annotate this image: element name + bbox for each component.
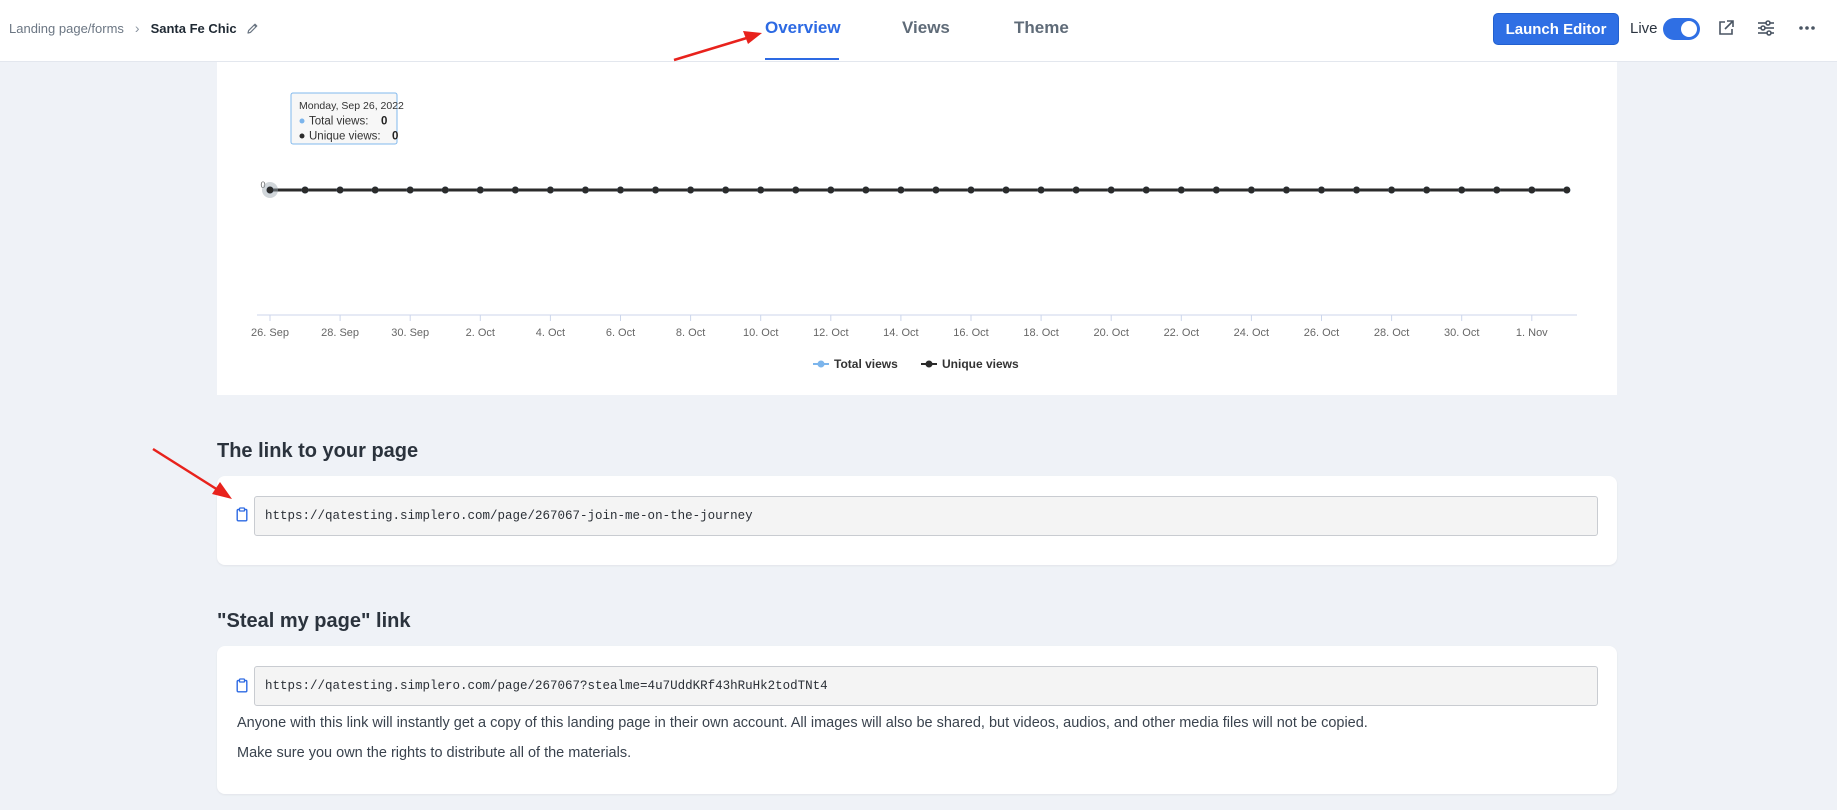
series-point-1 [617, 186, 624, 194]
views-line-chart[interactable]: 26. Sep 28. Sep 30. Sep 2. Oct 4. Oct 6. Oct 8… [217, 62, 1617, 395]
series-point-1 [1563, 186, 1571, 194]
series-point-1 [1493, 186, 1501, 194]
legend-marker-1 [925, 360, 933, 368]
series-point-1 [827, 186, 835, 194]
tooltip-unique-value: 0 [392, 131, 398, 143]
chevron-right-icon: › [134, 20, 140, 36]
legend-label-1[interactable]: Unique views [942, 357, 1019, 371]
x-tick-label: 6. Oct [606, 327, 635, 339]
live-toggle[interactable] [1663, 18, 1700, 40]
series-point-1 [301, 186, 309, 194]
series-point-1 [652, 186, 660, 194]
steal-url-field[interactable]: https://qatesting.simplero.com/page/2670… [254, 666, 1598, 706]
views-chart-card: 26. Sep 28. Sep 30. Sep 2. Oct 4. Oct 6. Oct 8… [217, 62, 1617, 395]
series-point-1 [1318, 186, 1325, 194]
series-point-1 [546, 186, 554, 194]
x-tick-label: 28. Oct [1374, 327, 1409, 339]
series-point-1 [1423, 186, 1431, 194]
tooltip-unique-dot [299, 133, 305, 139]
link-section-title: The link to your page [217, 440, 419, 462]
series-point-1 [1282, 186, 1290, 194]
series-point-1 [1107, 186, 1115, 194]
series-point-1 [371, 186, 379, 194]
tab-views[interactable]: Views [902, 18, 950, 38]
series-point-1 [441, 186, 449, 194]
breadcrumb-parent-link[interactable]: Landing page/forms [9, 21, 124, 36]
series-point-1 [722, 186, 730, 194]
external-link-icon[interactable] [1716, 18, 1736, 38]
clipboard-icon[interactable] [236, 507, 248, 522]
x-tick-label: 30. Oct [1444, 327, 1479, 339]
x-tick-label: 26. Oct [1304, 327, 1339, 339]
tooltip-total-dot [299, 118, 305, 124]
series-point-1 [1388, 186, 1396, 194]
series-point-1 [336, 186, 344, 194]
legend-marker-0 [817, 360, 825, 368]
series-point-1 [1142, 186, 1150, 194]
series-point-1 [1353, 186, 1361, 194]
x-tick-label: 20. Oct [1093, 327, 1128, 339]
series-point-1 [1212, 186, 1220, 194]
steal-section-title: "Steal my page" link [217, 610, 411, 632]
x-tick-label: 22. Oct [1164, 327, 1199, 339]
tab-overview[interactable]: Overview [765, 18, 841, 38]
breadcrumb: Landing page/forms › Santa Fe Chic [9, 20, 259, 36]
series-point-1 [581, 186, 589, 194]
tooltip-date: Monday, Sep 26, 2022 [299, 100, 404, 112]
x-tick-label: 30. Sep [391, 327, 429, 339]
tooltip-total-label: Total views: [309, 116, 368, 128]
pencil-icon[interactable] [246, 22, 259, 35]
x-tick-label: 1. Nov [1516, 327, 1548, 339]
series-point-1 [1002, 186, 1010, 194]
series-point-1 [862, 186, 870, 194]
series-point-1 [1528, 186, 1536, 194]
x-tick-label: 10. Oct [743, 327, 778, 339]
series-point-1 [1037, 186, 1045, 194]
x-tick-label: 12. Oct [813, 327, 848, 339]
live-label: Live [1630, 20, 1658, 37]
x-tick-label: 18. Oct [1023, 327, 1058, 339]
tooltip-unique-label: Unique views: [309, 131, 381, 143]
series-point-1 [406, 186, 414, 194]
series-point-1 [792, 186, 800, 194]
series-point-1 [932, 186, 940, 194]
page-link-card: https://qatesting.simplero.com/page/2670… [217, 476, 1617, 565]
toggle-knob [1681, 21, 1697, 37]
page-title: Santa Fe Chic [150, 20, 237, 36]
x-tick-label: 8. Oct [676, 327, 705, 339]
series-point-1 [511, 186, 519, 194]
x-tick-label: 24. Oct [1234, 327, 1269, 339]
sliders-icon[interactable] [1756, 18, 1776, 38]
more-icon[interactable] [1797, 18, 1817, 38]
clipboard-icon[interactable] [236, 678, 248, 693]
tooltip-total-value: 0 [381, 116, 387, 128]
active-tab-underline [765, 58, 839, 60]
x-tick-label: 4. Oct [536, 327, 565, 339]
top-bar: Landing page/forms › Santa Fe Chic Overv… [0, 0, 1837, 62]
x-tick-label: 14. Oct [883, 327, 918, 339]
series-point-1 [1072, 186, 1080, 194]
rights-note: Make sure you own the rights to distribu… [237, 745, 632, 761]
x-tick-label: 26. Sep [251, 327, 289, 339]
legend-label-0[interactable]: Total views [834, 357, 898, 371]
series-point-1 [757, 186, 765, 194]
page-url-field[interactable]: https://qatesting.simplero.com/page/2670… [254, 496, 1598, 536]
x-tick-label: 28. Sep [321, 327, 359, 339]
series-point-1 [687, 186, 695, 194]
steal-note: Anyone with this link will instantly get… [237, 715, 1368, 731]
tab-theme[interactable]: Theme [1014, 18, 1069, 38]
steal-link-card: https://qatesting.simplero.com/page/2670… [217, 646, 1617, 794]
series-point-1 [1247, 186, 1255, 194]
series-point-1 [897, 186, 905, 194]
launch-editor-button[interactable]: Launch Editor [1493, 13, 1619, 45]
series-point-1 [266, 186, 274, 194]
series-point-1 [1458, 186, 1466, 194]
x-tick-label: 16. Oct [953, 327, 988, 339]
series-point-1 [1177, 186, 1185, 194]
x-tick-label: 2. Oct [466, 327, 495, 339]
series-point-1 [476, 186, 484, 194]
series-point-1 [967, 186, 975, 194]
